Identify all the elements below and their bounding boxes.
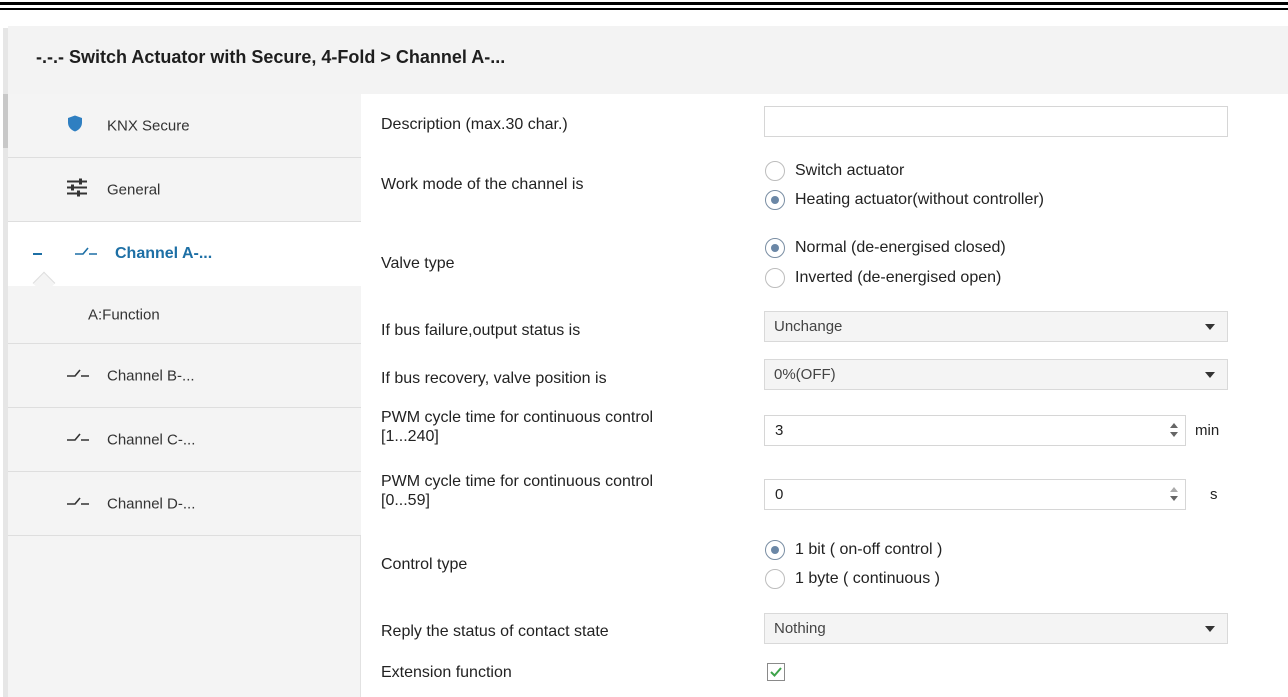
sidebar-item-channel-c[interactable]: Channel C-... — [8, 408, 361, 472]
radio-label: Inverted (de-energised open) — [795, 269, 1002, 286]
pwm-s-label: PWM cycle time for continuous control [0… — [381, 472, 653, 510]
chevron-down-icon — [1205, 372, 1215, 378]
sidebar-item-label: A:Function — [88, 306, 160, 323]
work-mode-label: Work mode of the channel is — [381, 176, 584, 193]
radio-label: Heating actuator(without controller) — [795, 191, 1045, 208]
sidebar-item-label: General — [107, 181, 161, 198]
sidebar-item-knx-secure[interactable]: KNX Secure — [8, 94, 361, 158]
bus-failure-label: If bus failure,output status is — [381, 322, 581, 339]
arrow-down-icon[interactable] — [1170, 432, 1178, 437]
select-value: Unchange — [774, 318, 843, 335]
description-label: Description (max.30 char.) — [381, 116, 568, 133]
parameter-panel: Description (max.30 char.) Work mode of … — [361, 94, 1288, 697]
pwm-min-unit: min — [1195, 422, 1220, 439]
switch-contact-icon — [66, 431, 90, 449]
chevron-down-icon — [1205, 324, 1215, 330]
pwm-min-label-line2: [1...240] — [381, 428, 439, 445]
switch-contact-icon — [74, 245, 98, 263]
top-border-line-secondary — [0, 8, 1288, 10]
chevron-down-icon — [1205, 626, 1215, 632]
sidebar-item-label: Channel C-... — [107, 431, 196, 448]
control-type-label: Control type — [381, 556, 468, 573]
sidebar-item-label: KNX Secure — [107, 117, 190, 134]
sidebar-item-label: Channel D-... — [107, 495, 196, 512]
arrow-up-icon[interactable] — [1170, 423, 1178, 428]
sidebar: KNX Secure General Channel A-... A:Funct… — [8, 94, 361, 697]
shield-icon — [66, 114, 84, 137]
collapse-icon[interactable] — [33, 253, 42, 255]
pwm-min-spinbox[interactable]: 3 — [764, 415, 1186, 446]
pwm-s-spinbox[interactable]: 0 — [764, 479, 1186, 510]
sidebar-item-a-function[interactable]: A:Function — [8, 286, 361, 344]
bus-recovery-label: If bus recovery, valve position is — [381, 370, 607, 387]
radio-button[interactable] — [765, 161, 785, 181]
radio-label: 1 byte ( continuous ) — [795, 570, 940, 587]
sidebar-item-channel-a[interactable]: Channel A-... — [8, 222, 361, 286]
switch-contact-icon — [66, 367, 90, 385]
sidebar-item-label: Channel B-... — [107, 367, 195, 384]
arrow-down-icon[interactable] — [1170, 496, 1178, 501]
select-value: 0%(OFF) — [774, 366, 836, 383]
radio-button[interactable] — [765, 569, 785, 589]
spinbox-value: 3 — [775, 422, 784, 439]
reply-status-select[interactable]: Nothing — [764, 613, 1228, 644]
valve-type-label: Valve type — [381, 255, 455, 272]
sliders-icon — [66, 178, 88, 201]
spinbox-arrows[interactable] — [1169, 419, 1179, 443]
pwm-min-label: PWM cycle time for continuous control [1… — [381, 408, 653, 446]
arrow-up-icon[interactable] — [1170, 487, 1178, 492]
radio-label: 1 bit ( on-off control ) — [795, 541, 943, 558]
radio-button-selected[interactable] — [765, 190, 785, 210]
select-value: Nothing — [774, 620, 826, 637]
top-border-line — [0, 2, 1288, 5]
description-input[interactable] — [764, 106, 1228, 137]
radio-button[interactable] — [765, 268, 785, 288]
pwm-s-label-line2: [0...59] — [381, 492, 430, 509]
sidebar-item-general[interactable]: General — [8, 158, 361, 222]
reply-status-label: Reply the status of contact state — [381, 623, 609, 640]
checkmark-icon — [770, 667, 782, 677]
radio-button-selected[interactable] — [765, 238, 785, 258]
switch-contact-icon — [66, 495, 90, 513]
extension-function-checkbox[interactable] — [767, 663, 785, 681]
pwm-s-unit: s — [1210, 486, 1218, 503]
radio-label: Switch actuator — [795, 162, 905, 179]
pwm-min-label-line1: PWM cycle time for continuous control — [381, 409, 654, 426]
spinbox-arrows[interactable] — [1169, 483, 1179, 507]
sidebar-item-channel-d[interactable]: Channel D-... — [8, 472, 361, 536]
pwm-s-label-line1: PWM cycle time for continuous control — [381, 473, 654, 490]
breadcrumb: -.-.- Switch Actuator with Secure, 4-Fol… — [36, 47, 506, 67]
sidebar-item-channel-b[interactable]: Channel B-... — [8, 344, 361, 408]
header-bar: -.-.- Switch Actuator with Secure, 4-Fol… — [8, 26, 1288, 94]
spinbox-value: 0 — [775, 486, 784, 503]
bus-recovery-select[interactable]: 0%(OFF) — [764, 359, 1228, 390]
extension-function-label: Extension function — [381, 664, 512, 681]
sidebar-item-label: Channel A-... — [115, 245, 213, 262]
bus-failure-select[interactable]: Unchange — [764, 311, 1228, 342]
radio-label: Normal (de-energised closed) — [795, 239, 1006, 256]
radio-button-selected[interactable] — [765, 540, 785, 560]
